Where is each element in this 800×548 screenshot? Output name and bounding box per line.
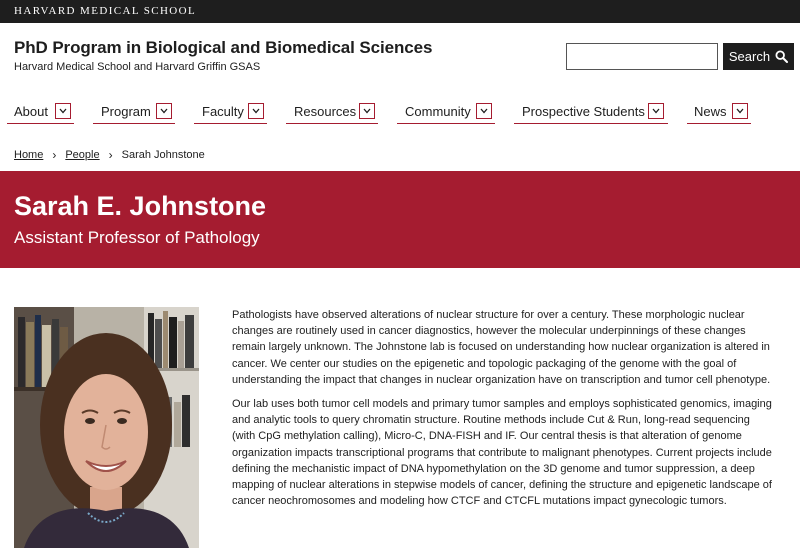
breadcrumb: Home › People › Sarah Johnstone — [14, 148, 205, 162]
search-input[interactable] — [566, 43, 718, 70]
nav-label-news: News — [694, 104, 727, 119]
profile-bio: Pathologists have observed alterations o… — [232, 307, 772, 517]
profile-hero: Sarah E. Johnstone Assistant Professor o… — [0, 171, 800, 268]
nav-label-faculty: Faculty — [202, 104, 244, 119]
chevron-down-icon[interactable] — [156, 103, 172, 119]
search-button-label: Search — [728, 49, 771, 64]
site-title[interactable]: PhD Program in Biological and Biomedical… — [14, 38, 432, 58]
top-bar: HARVARD MEDICAL SCHOOL — [0, 0, 800, 23]
nav-item-faculty[interactable]: Faculty — [194, 102, 267, 124]
chevron-down-icon[interactable] — [248, 103, 264, 119]
chevron-down-icon[interactable] — [476, 103, 492, 119]
chevron-down-icon[interactable] — [732, 103, 748, 119]
bio-paragraph: Our lab uses both tumor cell models and … — [232, 398, 772, 508]
nav-label-prospective-students: Prospective Students — [522, 104, 645, 119]
search-button[interactable]: Search — [723, 43, 794, 70]
nav-label-resources: Resources — [294, 104, 357, 119]
nav-item-news[interactable]: News — [687, 102, 751, 124]
profile-name: Sarah E. Johnstone — [14, 191, 267, 221]
nav-item-resources[interactable]: Resources — [286, 102, 378, 124]
breadcrumb-home[interactable]: Home — [14, 149, 43, 161]
nav-label-about: About — [14, 104, 48, 119]
breadcrumb-current: Sarah Johnstone — [121, 149, 205, 161]
nav-item-community[interactable]: Community — [397, 102, 495, 124]
institution-brand[interactable]: HARVARD MEDICAL SCHOOL — [14, 5, 196, 17]
bio-paragraph: Pathologists have observed alterations o… — [232, 309, 771, 386]
profile-photo — [14, 307, 199, 548]
breadcrumb-people[interactable]: People — [65, 149, 99, 161]
breadcrumb-separator: › — [108, 148, 113, 162]
nav-label-program: Program — [101, 104, 151, 119]
search-icon — [775, 50, 789, 63]
nav-item-program[interactable]: Program — [93, 102, 175, 124]
nav-item-about[interactable]: About — [7, 102, 74, 124]
breadcrumb-separator: › — [52, 148, 57, 162]
chevron-down-icon[interactable] — [359, 103, 375, 119]
nav-label-community: Community — [405, 104, 471, 119]
chevron-down-icon[interactable] — [648, 103, 664, 119]
site-subtitle: Harvard Medical School and Harvard Griff… — [14, 61, 261, 73]
profile-position: Assistant Professor of Pathology — [14, 228, 260, 247]
nav-item-prospective-students[interactable]: Prospective Students — [514, 102, 668, 124]
chevron-down-icon[interactable] — [55, 103, 71, 119]
portrait-image — [14, 307, 199, 548]
